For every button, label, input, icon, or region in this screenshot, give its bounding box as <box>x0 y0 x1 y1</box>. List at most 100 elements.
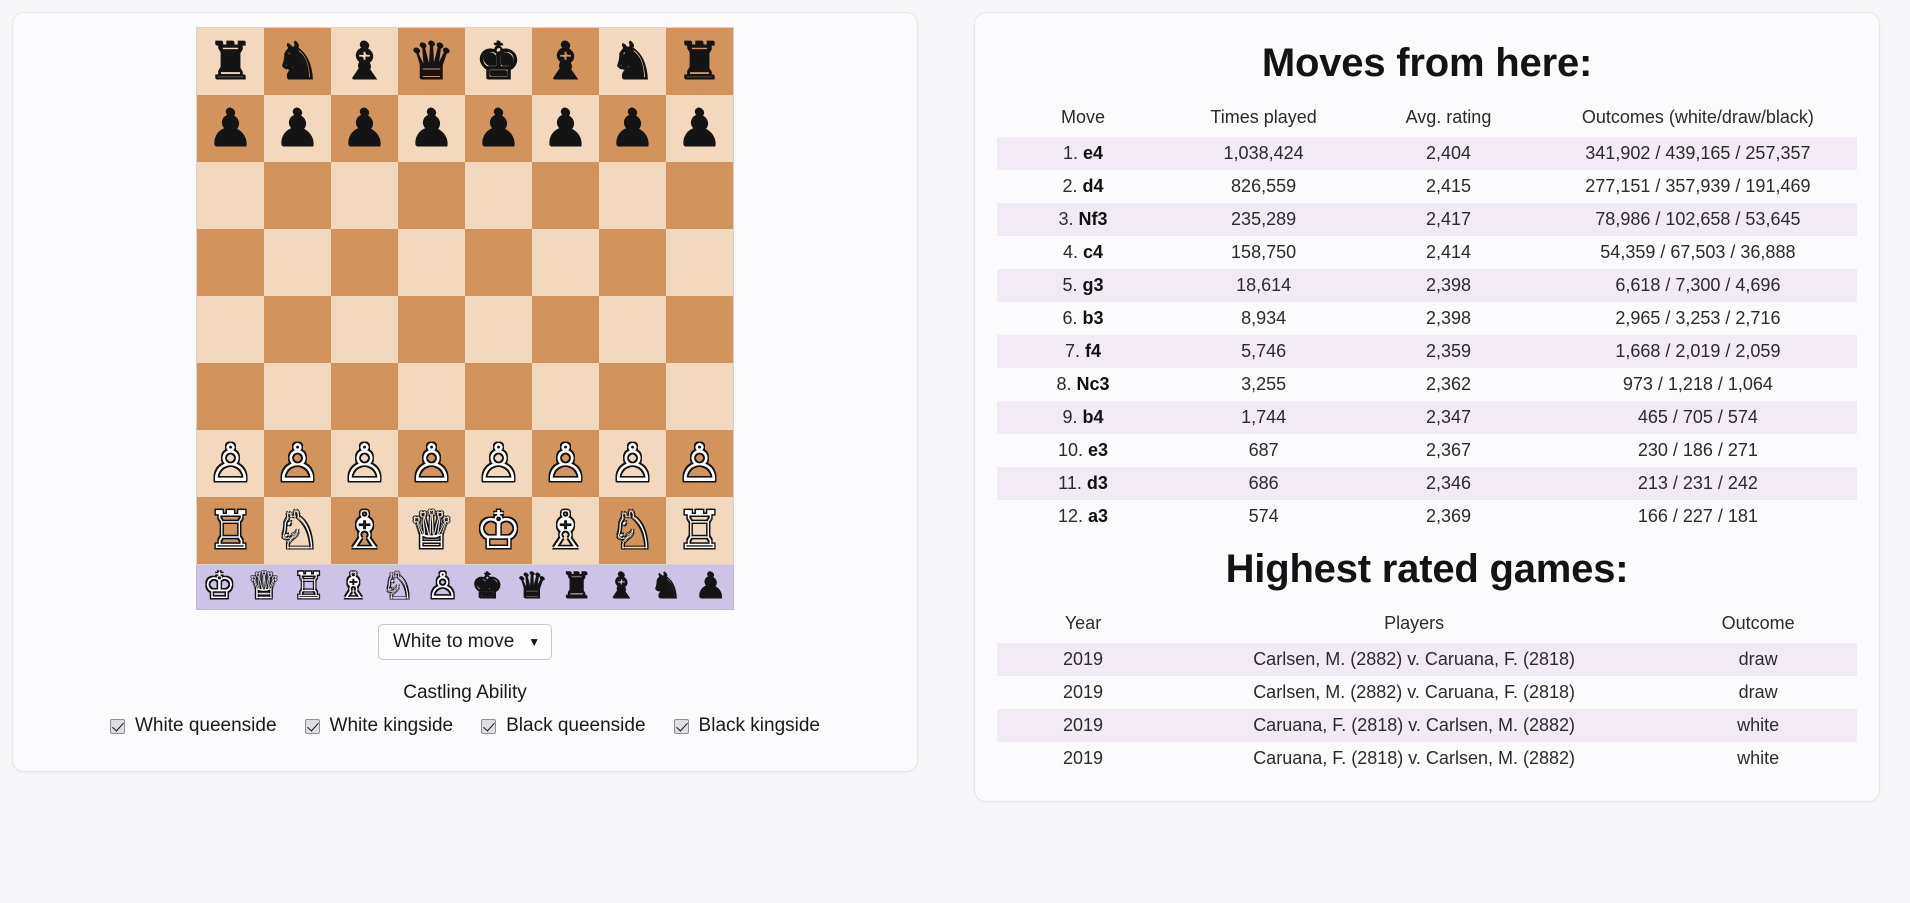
piece-black-knight[interactable]: ♞ <box>274 36 321 88</box>
move-san[interactable]: a3 <box>1088 506 1108 526</box>
moves-table-row[interactable]: 3. Nf3 235,289 2,417 78,986 / 102,658 / 53,… <box>997 203 1857 236</box>
board-square-c2[interactable]: ♙ <box>331 430 398 497</box>
castling-option-3[interactable]: Black kingside <box>673 715 820 737</box>
piece-white-knight[interactable]: ♘ <box>274 505 321 557</box>
board-square-d3[interactable] <box>398 363 465 430</box>
move-san[interactable]: e3 <box>1088 440 1108 460</box>
move-san[interactable]: e4 <box>1083 143 1103 163</box>
board-square-g5[interactable] <box>599 229 666 296</box>
board-square-g8[interactable]: ♞ <box>599 28 666 95</box>
piece-white-bishop[interactable]: ♗ <box>542 505 589 557</box>
castling-option-0[interactable]: White queenside <box>110 715 277 737</box>
board-square-f2[interactable]: ♙ <box>532 430 599 497</box>
piece-white-king[interactable]: ♔ <box>475 505 522 557</box>
board-square-c3[interactable] <box>331 363 398 430</box>
board-square-d1[interactable]: ♕ <box>398 497 465 564</box>
board-square-d7[interactable]: ♟ <box>398 95 465 162</box>
move-cell[interactable]: 12. a3 <box>997 500 1169 533</box>
palette-black-bishop[interactable]: ♝ <box>599 568 644 604</box>
board-square-g7[interactable]: ♟ <box>599 95 666 162</box>
side-to-move-select[interactable]: White to move ▼ <box>377 624 553 660</box>
board-square-b1[interactable]: ♘ <box>264 497 331 564</box>
board-square-g6[interactable] <box>599 162 666 229</box>
board-square-b5[interactable] <box>264 229 331 296</box>
board-square-a6[interactable] <box>197 162 264 229</box>
move-san[interactable]: f4 <box>1085 341 1101 361</box>
board-square-b7[interactable]: ♟ <box>264 95 331 162</box>
piece-black-pawn[interactable]: ♟ <box>609 103 656 155</box>
piece-white-pawn[interactable]: ♙ <box>341 438 388 490</box>
board-square-b8[interactable]: ♞ <box>264 28 331 95</box>
piece-black-pawn[interactable]: ♟ <box>542 103 589 155</box>
board-square-c6[interactable] <box>331 162 398 229</box>
board-square-d8[interactable]: ♛ <box>398 28 465 95</box>
moves-table-row[interactable]: 5. g3 18,614 2,398 6,618 / 7,300 / 4,696 <box>997 269 1857 302</box>
palette-white-queen[interactable]: ♕ <box>242 568 287 604</box>
palette-white-rook[interactable]: ♖ <box>286 568 331 604</box>
board-square-f4[interactable] <box>532 296 599 363</box>
piece-white-rook[interactable]: ♖ <box>676 505 723 557</box>
move-cell[interactable]: 10. e3 <box>997 434 1169 467</box>
chess-board[interactable]: ♜ ♞ ♝ ♛ ♚ ♝ ♞ ♜ ♟ ♟ ♟ ♟ ♟ ♟ ♟ ♟ ♙ ♙ ♙ ♙ ♙ ♙ ♙ ♙ ♖ ♘ ♗ ♕ ♔ ♗ ♘ ♖ <box>196 27 734 565</box>
board-square-h4[interactable] <box>666 296 733 363</box>
board-square-e8[interactable]: ♚ <box>465 28 532 95</box>
move-cell[interactable]: 9. b4 <box>997 401 1169 434</box>
piece-white-pawn[interactable]: ♙ <box>207 438 254 490</box>
moves-table-row[interactable]: 1. e4 1,038,424 2,404 341,902 / 439,165 / 2… <box>997 137 1857 170</box>
board-square-e3[interactable] <box>465 363 532 430</box>
board-square-a7[interactable]: ♟ <box>197 95 264 162</box>
palette-black-king[interactable]: ♚ <box>465 568 510 604</box>
move-cell[interactable]: 1. e4 <box>997 137 1169 170</box>
board-square-e1[interactable]: ♔ <box>465 497 532 564</box>
moves-table-row[interactable]: 11. d3 686 2,346 213 / 231 / 242 <box>997 467 1857 500</box>
board-square-h7[interactable]: ♟ <box>666 95 733 162</box>
piece-black-rook[interactable]: ♜ <box>676 36 723 88</box>
piece-palette[interactable]: ♔ ♕ ♖ ♗ ♘ ♙ ♚ ♛ ♜ ♝ ♞ ♟ <box>196 565 734 610</box>
board-square-f7[interactable]: ♟ <box>532 95 599 162</box>
checkbox-white-queenside[interactable] <box>110 718 125 734</box>
piece-black-king[interactable]: ♚ <box>475 36 522 88</box>
board-square-e6[interactable] <box>465 162 532 229</box>
palette-white-knight[interactable]: ♘ <box>376 568 421 604</box>
board-square-e7[interactable]: ♟ <box>465 95 532 162</box>
moves-table-row[interactable]: 6. b3 8,934 2,398 2,965 / 3,253 / 2,716 <box>997 302 1857 335</box>
moves-table-row[interactable]: 9. b4 1,744 2,347 465 / 705 / 574 <box>997 401 1857 434</box>
piece-white-pawn[interactable]: ♙ <box>676 438 723 490</box>
piece-black-pawn[interactable]: ♟ <box>341 103 388 155</box>
board-square-f1[interactable]: ♗ <box>532 497 599 564</box>
castling-option-2[interactable]: Black queenside <box>481 715 646 737</box>
board-square-e2[interactable]: ♙ <box>465 430 532 497</box>
piece-white-knight[interactable]: ♘ <box>609 505 656 557</box>
board-square-c8[interactable]: ♝ <box>331 28 398 95</box>
piece-white-pawn[interactable]: ♙ <box>274 438 321 490</box>
board-square-g3[interactable] <box>599 363 666 430</box>
board-square-h8[interactable]: ♜ <box>666 28 733 95</box>
board-square-a8[interactable]: ♜ <box>197 28 264 95</box>
board-square-h1[interactable]: ♖ <box>666 497 733 564</box>
piece-black-pawn[interactable]: ♟ <box>408 103 455 155</box>
board-square-f8[interactable]: ♝ <box>532 28 599 95</box>
palette-black-queen[interactable]: ♛ <box>510 568 555 604</box>
move-cell[interactable]: 6. b3 <box>997 302 1169 335</box>
palette-white-king[interactable]: ♔ <box>197 568 242 604</box>
board-square-h6[interactable] <box>666 162 733 229</box>
piece-black-bishop[interactable]: ♝ <box>341 36 388 88</box>
board-square-e4[interactable] <box>465 296 532 363</box>
board-square-c5[interactable] <box>331 229 398 296</box>
board-square-a3[interactable] <box>197 363 264 430</box>
board-square-g1[interactable]: ♘ <box>599 497 666 564</box>
board-square-h5[interactable] <box>666 229 733 296</box>
games-table-row[interactable]: 2019 Caruana, F. (2818) v. Carlsen, M. (2… <box>997 742 1857 775</box>
castling-option-1[interactable]: White kingside <box>304 715 453 737</box>
games-table-row[interactable]: 2019 Caruana, F. (2818) v. Carlsen, M. (2… <box>997 709 1857 742</box>
board-square-e5[interactable] <box>465 229 532 296</box>
move-san[interactable]: g3 <box>1083 275 1104 295</box>
piece-white-pawn[interactable]: ♙ <box>542 438 589 490</box>
board-square-b3[interactable] <box>264 363 331 430</box>
palette-black-knight[interactable]: ♞ <box>644 568 689 604</box>
board-square-f3[interactable] <box>532 363 599 430</box>
board-square-g2[interactable]: ♙ <box>599 430 666 497</box>
board-square-c1[interactable]: ♗ <box>331 497 398 564</box>
moves-table-row[interactable]: 2. d4 826,559 2,415 277,151 / 357,939 / 191… <box>997 170 1857 203</box>
moves-table-row[interactable]: 12. a3 574 2,369 166 / 227 / 181 <box>997 500 1857 533</box>
